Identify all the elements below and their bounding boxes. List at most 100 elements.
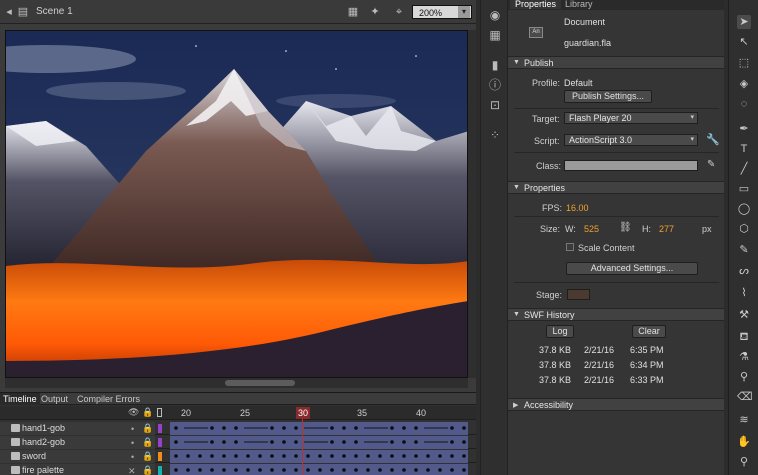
lasso-tool-icon[interactable]: ◌ xyxy=(737,97,751,111)
collapse-triangle-icon[interactable]: ▼ xyxy=(513,311,520,318)
script-select[interactable]: ActionScript 3.0 ▾ xyxy=(564,134,698,146)
library-panel-icon[interactable]: ▮ xyxy=(488,58,502,72)
paint-brush-tool-icon[interactable]: ⌇ xyxy=(737,286,751,300)
subselection-tool-icon[interactable]: ↖ xyxy=(737,35,751,49)
tab-compiler-errors[interactable]: Compiler Errors xyxy=(74,393,143,405)
tab-output[interactable]: Output xyxy=(38,393,71,405)
stage-label: Stage: xyxy=(536,290,563,300)
visibility-dot-icon[interactable]: • xyxy=(131,452,134,462)
eye-icon[interactable]: 👁 xyxy=(128,407,139,418)
layer-color-swatch[interactable] xyxy=(158,424,162,433)
pencil-tool-icon[interactable]: ✎ xyxy=(737,243,751,257)
keyframe-dot xyxy=(462,426,466,430)
stage-canvas[interactable] xyxy=(5,30,468,378)
info-icon[interactable]: ⓘ xyxy=(488,78,502,92)
visibility-dot-icon[interactable]: • xyxy=(131,438,134,448)
target-select[interactable]: Flash Player 20 ▾ xyxy=(564,112,698,124)
stage-color-swatch[interactable] xyxy=(567,289,590,300)
layer-color-swatch[interactable] xyxy=(158,452,162,461)
scrollbar-thumb[interactable] xyxy=(225,380,295,386)
size-label: Size: xyxy=(540,224,561,234)
layer-name[interactable]: fire palette xyxy=(22,465,64,475)
wrench-icon[interactable]: 🔧 xyxy=(706,133,720,146)
scene-label[interactable]: Scene 1 xyxy=(36,6,73,17)
accessibility-section-header[interactable]: ▶ Accessibility xyxy=(508,398,724,411)
log-button[interactable]: Log xyxy=(546,325,574,338)
layer-color-swatch[interactable] xyxy=(158,438,162,447)
tab-properties[interactable]: Properties xyxy=(510,0,562,9)
zoom-select[interactable]: 200% ▾ xyxy=(412,5,472,19)
layer-name[interactable]: hand2-gob xyxy=(22,437,65,447)
layer-color-swatch[interactable] xyxy=(158,466,162,475)
keyframe-dot xyxy=(450,440,454,444)
fps-value[interactable]: 16.00 xyxy=(566,203,589,213)
free-transform-tool-icon[interactable]: ⬚ xyxy=(737,56,751,70)
keyframe-dot xyxy=(390,468,394,472)
width-tool-icon[interactable]: ≋ xyxy=(737,413,751,427)
3d-rotation-tool-icon[interactable]: ◈ xyxy=(737,77,751,91)
ink-bottle-tool-icon[interactable]: ⚗ xyxy=(737,350,751,364)
lock-icon[interactable]: 🔒 xyxy=(142,465,153,475)
target-value: Flash Player 20 xyxy=(569,113,632,123)
back-arrow-icon[interactable]: ◂ xyxy=(2,5,16,19)
eyedropper-tool-icon[interactable]: ⚲ xyxy=(737,370,751,384)
lock-icon[interactable]: 🔒 xyxy=(142,423,153,434)
hand-tool-icon[interactable]: ✋ xyxy=(737,435,751,449)
clear-button[interactable]: Clear xyxy=(632,325,666,338)
polystar-tool-icon[interactable]: ⬡ xyxy=(737,222,751,236)
pen-tool-icon[interactable]: ✒ xyxy=(737,122,751,136)
paint-bucket-tool-icon[interactable]: ⛾ xyxy=(737,330,751,344)
motion-presets-icon[interactable]: ⁘ xyxy=(488,128,502,142)
text-tool-icon[interactable]: T xyxy=(737,142,751,156)
keyframe-dot xyxy=(438,468,442,472)
collapse-triangle-icon[interactable]: ▼ xyxy=(513,184,520,191)
hidden-x-icon[interactable]: ✕ xyxy=(128,466,136,475)
zoom-tool-icon[interactable]: ⚲ xyxy=(737,455,751,469)
playhead[interactable]: 30 xyxy=(296,407,310,419)
brush-tool-icon[interactable]: ᔕ xyxy=(737,264,751,278)
frame-ruler[interactable]: 👁 🔒 20 25 30 35 40 xyxy=(0,406,476,420)
tab-library[interactable]: Library xyxy=(560,0,598,9)
line-tool-icon[interactable]: ╱ xyxy=(737,162,751,176)
scale-content-checkbox[interactable] xyxy=(566,243,574,251)
expand-triangle-icon[interactable]: ▶ xyxy=(513,401,518,409)
grid-panel-icon[interactable]: ▦ xyxy=(488,28,502,42)
publish-section-header[interactable]: ▼ Publish xyxy=(508,56,724,69)
layer-name[interactable]: hand1-gob xyxy=(22,423,65,433)
lock-icon[interactable]: 🔒 xyxy=(142,407,153,418)
visibility-dot-icon[interactable]: • xyxy=(131,424,134,434)
swf-time: 6:34 PM xyxy=(630,360,664,370)
properties-section-header[interactable]: ▼ Properties xyxy=(508,181,724,194)
keyframe-dot xyxy=(270,454,274,458)
layer-name[interactable]: sword xyxy=(22,451,46,461)
scale-content-label: Scale Content xyxy=(578,243,635,253)
selection-tool-icon[interactable]: ➤ xyxy=(737,15,751,29)
bone-tool-icon[interactable]: ⚒ xyxy=(737,308,751,322)
lock-icon[interactable]: 🔒 xyxy=(142,451,153,462)
pencil-icon[interactable]: ✎ xyxy=(707,159,715,170)
tools-panel: ➤ ↖ ⬚ ◈ ◌ ✒ T ╱ ▭ ◯ ⬡ ✎ ᔕ ⌇ ⚒ ⛾ ⚗ ⚲ ⌫ ≋ … xyxy=(728,0,758,475)
lock-icon[interactable]: 🔒 xyxy=(142,437,153,448)
transform-panel-icon[interactable]: ⊡ xyxy=(488,98,502,112)
outline-icon[interactable] xyxy=(157,408,162,417)
eye-panel-icon[interactable]: ◉ xyxy=(488,8,502,22)
vertical-scrollbar[interactable] xyxy=(468,30,476,378)
eraser-tool-icon[interactable]: ⌫ xyxy=(737,390,753,404)
link-chain-icon[interactable]: ⛓ xyxy=(619,222,632,233)
tab-timeline[interactable]: Timeline xyxy=(0,393,40,405)
chevron-down-icon[interactable]: ▾ xyxy=(458,6,470,18)
snap-icon[interactable]: ⌖ xyxy=(392,5,406,19)
swf-history-section-header[interactable]: ▼ SWF History xyxy=(508,308,724,321)
layer-icon xyxy=(11,438,20,446)
height-value[interactable]: 277 xyxy=(659,224,674,234)
edit-symbols-icon[interactable]: ✦ xyxy=(368,5,382,19)
oval-tool-icon[interactable]: ◯ xyxy=(737,202,751,216)
advanced-settings-button[interactable]: Advanced Settings... xyxy=(566,262,698,275)
collapse-triangle-icon[interactable]: ▼ xyxy=(513,59,520,66)
publish-settings-button[interactable]: Publish Settings... xyxy=(564,90,652,103)
edit-scene-icon[interactable]: ▦ xyxy=(346,5,360,19)
rectangle-tool-icon[interactable]: ▭ xyxy=(737,182,751,196)
class-input[interactable] xyxy=(564,160,698,171)
horizontal-scrollbar[interactable] xyxy=(5,378,468,388)
width-value[interactable]: 525 xyxy=(584,224,599,234)
